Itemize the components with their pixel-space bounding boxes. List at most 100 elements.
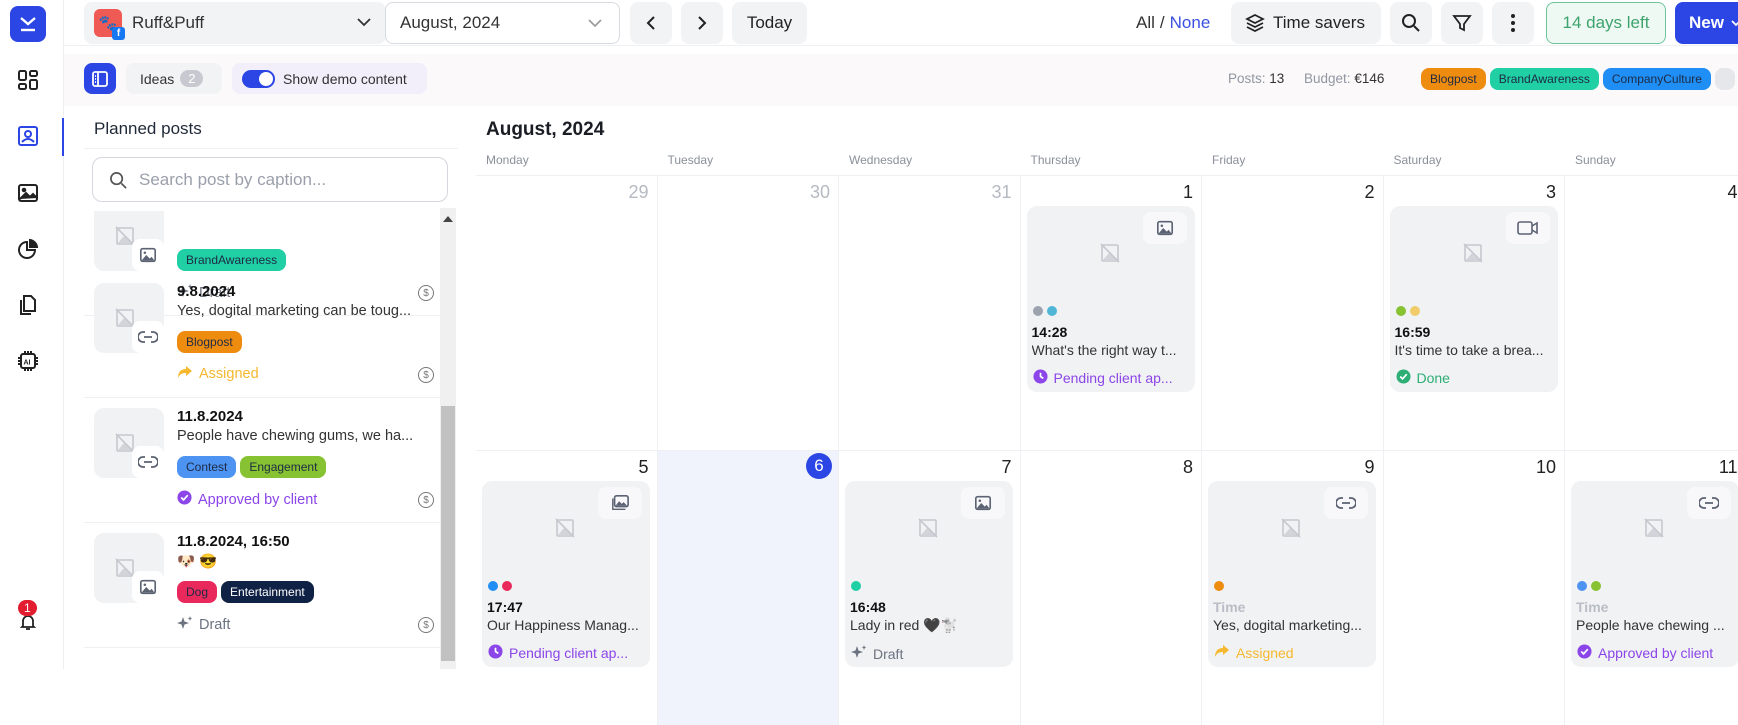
day-cell[interactable]: 8 xyxy=(1020,450,1202,725)
day-cell[interactable]: 1 14:28 What's the right way t... Pending c… xyxy=(1020,175,1202,450)
budget-total: Budget: €146 xyxy=(1304,63,1384,94)
top-bar: 🐾 f Ruff&Puff August, 2024 Today All / No… xyxy=(64,0,1738,46)
time-savers-button[interactable]: Time savers xyxy=(1231,2,1381,44)
analytics-icon[interactable] xyxy=(14,235,42,263)
previous-month-button[interactable] xyxy=(630,2,672,44)
post-status: Assigned xyxy=(177,365,259,383)
budget-dollar-icon[interactable]: $ xyxy=(418,367,434,383)
calendar-post-card[interactable]: 14:28 What's the right way t... Pending cl… xyxy=(1026,206,1195,392)
facebook-icon: f xyxy=(112,27,125,40)
planned-post-item[interactable]: 11.8.2024 People have chewing gums, we ha… xyxy=(84,398,442,523)
planned-posts-list: BrandAwareness Draft $9.8.2024 Yes, dogital… xyxy=(84,211,442,669)
tag-dot xyxy=(488,581,498,591)
today-button[interactable]: Today xyxy=(732,2,807,44)
day-number: 8 xyxy=(1182,457,1193,477)
budget-dollar-icon[interactable]: $ xyxy=(418,492,434,508)
select-all-link[interactable]: All xyxy=(1136,13,1155,33)
tag-dots xyxy=(1032,306,1057,316)
day-cell[interactable]: 31 xyxy=(839,175,1021,450)
media-library-icon[interactable] xyxy=(14,179,42,207)
toggle-sidebar-button[interactable] xyxy=(84,63,116,94)
video-media-icon xyxy=(1505,212,1550,244)
select-none-link[interactable]: None xyxy=(1170,13,1211,33)
scrollbar-thumb[interactable] xyxy=(441,406,455,661)
calendar-post-card[interactable]: 17:47 Our Happiness Manag... Pending clien… xyxy=(482,481,650,667)
chevron-down-icon xyxy=(356,14,372,35)
day-cell[interactable]: 5 17:47 Our Happiness Manag... Pending clie… xyxy=(476,450,658,725)
planned-post-item[interactable]: 9.8.2024 Yes, dogital marketing can be to… xyxy=(84,273,442,398)
tag-dot xyxy=(1032,306,1043,316)
day-cell[interactable]: 4 xyxy=(1565,175,1738,450)
toggle-switch[interactable] xyxy=(242,69,275,88)
day-number: 7 xyxy=(1001,457,1012,477)
budget-label: Budget: xyxy=(1304,71,1351,86)
dashboard-icon[interactable] xyxy=(14,66,42,94)
new-label: New xyxy=(1689,13,1724,32)
svg-text:AI: AI xyxy=(24,360,31,367)
tag-filter-chip[interactable]: CompanyCulture xyxy=(1602,67,1711,90)
day-cell[interactable]: 10 xyxy=(1383,450,1565,725)
day-number: 29 xyxy=(628,182,649,202)
post-time: Time xyxy=(1213,599,1246,615)
month-select[interactable]: August, 2024 xyxy=(385,2,620,44)
search-button[interactable] xyxy=(1390,2,1432,44)
day-cell[interactable]: 7 16:48 Lady in red 🖤🐩 Draft xyxy=(839,450,1021,725)
calendar-post-card[interactable]: 16:59 It's time to take a brea... Done xyxy=(1389,206,1558,392)
trial-days-left-button[interactable]: 14 days left xyxy=(1546,2,1666,44)
budget-dollar-icon[interactable]: $ xyxy=(418,617,434,633)
tag-dot xyxy=(1046,306,1057,316)
more-options-button[interactable] xyxy=(1492,2,1534,44)
new-post-button[interactable]: New xyxy=(1675,2,1738,44)
calendar-post-card[interactable]: 16:48 Lady in red 🖤🐩 Draft xyxy=(845,481,1013,667)
post-date: 11.8.2024, 16:50 xyxy=(177,533,290,550)
search-post-input[interactable]: Search post by caption... xyxy=(92,157,448,202)
scroll-up-arrow[interactable] xyxy=(443,216,453,222)
ideas-button[interactable]: Ideas 2 xyxy=(126,63,222,94)
status-label: Draft xyxy=(873,645,904,662)
tag-dot xyxy=(1409,306,1420,316)
day-cell[interactable]: 11 Time People have chewing ... Approved by… xyxy=(1565,450,1738,725)
filter-button[interactable] xyxy=(1441,2,1483,44)
post-thumbnail xyxy=(94,283,164,353)
day-cell[interactable]: 29 xyxy=(476,175,658,450)
tag-filter-chip[interactable]: Blogpost xyxy=(1421,67,1486,90)
day-cell[interactable]: 2 xyxy=(1202,175,1384,450)
day-number: 30 xyxy=(809,182,830,202)
status-icon xyxy=(851,644,867,663)
show-demo-content-toggle[interactable]: Show demo content xyxy=(232,63,427,94)
tag-filter-chip[interactable]: BrandAwareness xyxy=(1489,67,1599,90)
post-caption: It's time to take a brea... xyxy=(1394,342,1544,358)
image-media-icon xyxy=(961,487,1005,519)
day-cell[interactable]: 30 xyxy=(657,175,839,450)
post-tag: Dog xyxy=(177,581,218,603)
post-tags: BrandAwareness xyxy=(177,249,287,271)
tag-filter-chip-partial[interactable] xyxy=(1714,67,1735,90)
post-date: 11.8.2024 xyxy=(177,408,243,425)
separator: / xyxy=(1159,13,1165,32)
next-month-button[interactable] xyxy=(681,2,723,44)
app-logo[interactable] xyxy=(10,6,46,42)
calendar-contacts-icon[interactable] xyxy=(14,122,42,150)
day-cell[interactable]: 6 xyxy=(657,450,839,725)
copy-pages-icon[interactable] xyxy=(14,291,42,319)
post-time: 14:28 xyxy=(1031,324,1068,340)
calendar-post-card[interactable]: Time People have chewing ... Approved by c… xyxy=(1571,481,1738,667)
post-caption: Lady in red 🖤🐩 xyxy=(850,617,959,633)
notification-badge: 1 xyxy=(18,600,37,616)
status-icon xyxy=(1395,369,1411,387)
budget-value: €146 xyxy=(1354,71,1385,86)
sub-toolbar: Ideas 2 Show demo content Posts: 13 Budg… xyxy=(64,54,1738,106)
post-tag: Engagement xyxy=(240,456,327,478)
day-cell[interactable]: 9 Time Yes, dogital marketing... Assigned xyxy=(1202,450,1384,725)
post-status: Approved by client xyxy=(1577,644,1713,662)
no-image-icon xyxy=(1099,242,1121,269)
day-cell[interactable]: 3 16:59 It's time to take a brea... Done xyxy=(1383,175,1565,450)
ideas-label: Ideas xyxy=(140,70,175,87)
post-caption: What's the right way t... xyxy=(1031,342,1177,358)
status-icon xyxy=(1577,644,1592,662)
ai-chip-icon[interactable]: AI xyxy=(14,347,42,375)
planned-post-item[interactable]: 11.8.2024, 16:50 🐶 😎 Dog Entertainment Draft… xyxy=(84,523,442,648)
planned-posts-scrollbar[interactable] xyxy=(440,208,456,669)
account-selector[interactable]: 🐾 f Ruff&Puff xyxy=(84,2,386,44)
calendar-post-card[interactable]: Time Yes, dogital marketing... Assigned xyxy=(1208,481,1376,667)
